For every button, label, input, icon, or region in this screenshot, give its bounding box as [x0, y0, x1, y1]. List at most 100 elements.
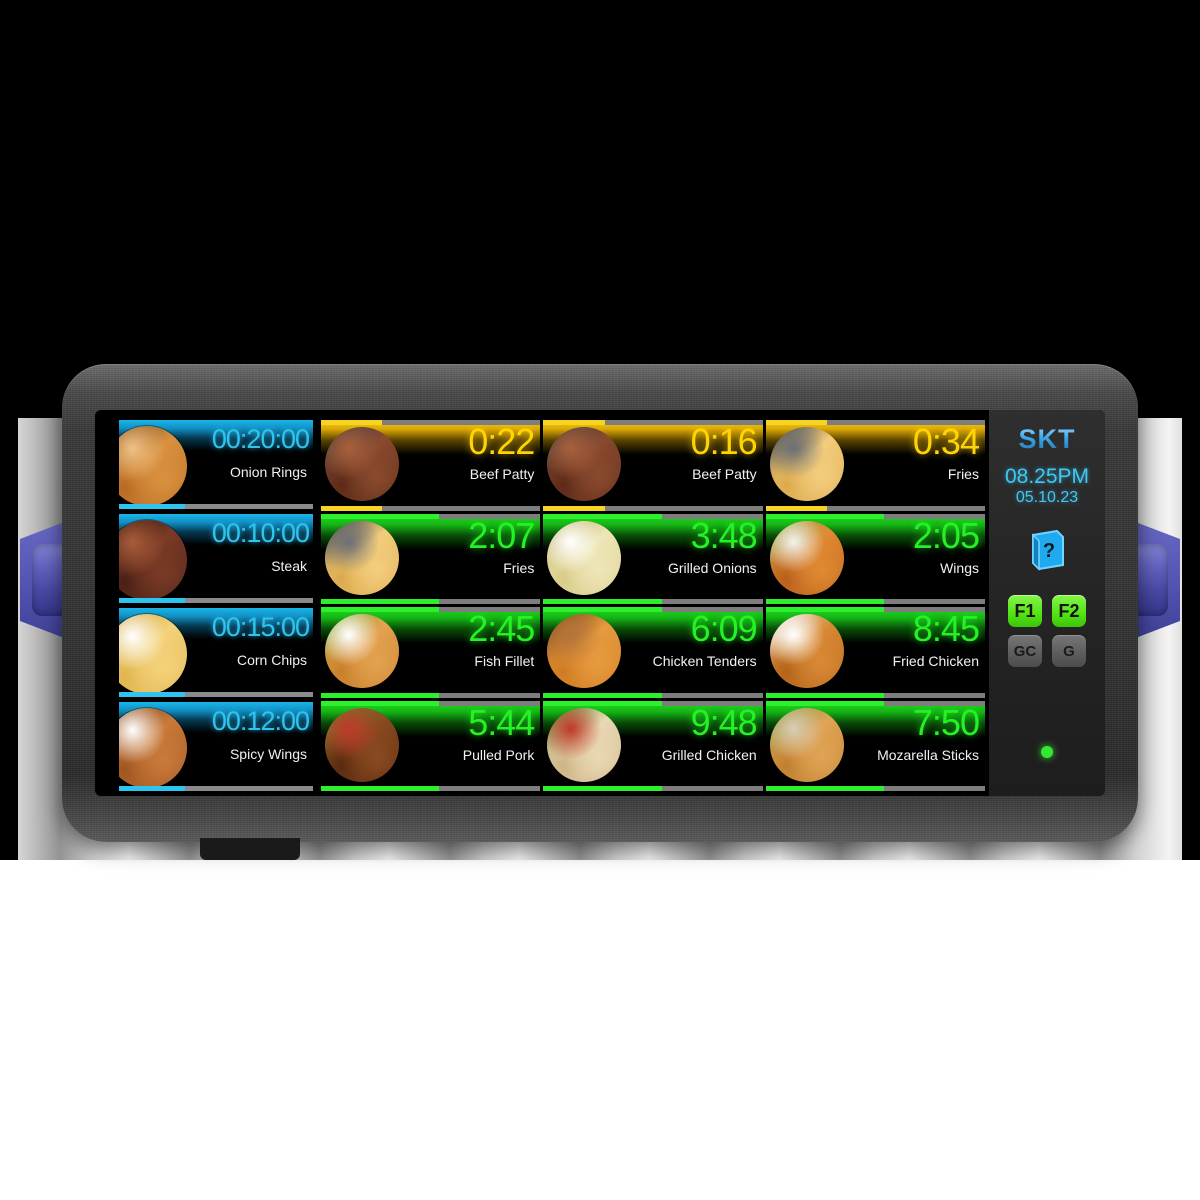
active-timer-cell[interactable]: 0:16 Beef Patty: [543, 420, 763, 511]
cell-top-progress-bar: [543, 420, 763, 425]
preset-progress-fill: [119, 504, 185, 509]
item-name: Chicken Tenders: [652, 653, 757, 669]
cell-bottom-progress-fill: [765, 599, 885, 604]
preset-item-name: Corn Chips: [236, 652, 307, 668]
cell-bottom-progress-bar: [321, 599, 541, 604]
timer-value: 5:44: [468, 701, 535, 743]
fries-photo: [769, 427, 844, 501]
cell-bottom-progress-bar: [543, 505, 763, 511]
clock-date: 05.10.23: [1015, 489, 1079, 506]
food-thumbnail: [325, 614, 399, 688]
cell-bottom-progress-fill: [543, 786, 662, 791]
timer-value: 3:48: [690, 514, 758, 556]
control-sidebar[interactable]: SKT 08.25PM 05.10.23 ? F1 F2 GC G: [987, 410, 1105, 796]
active-timer-cell[interactable]: 6:09 Chicken Tenders: [543, 607, 763, 698]
pulled-pork-photo: [325, 707, 399, 782]
active-timer-cell[interactable]: 2:07 Fries: [321, 513, 541, 604]
active-timer-cell[interactable]: 5:44 Pulled Pork: [321, 700, 541, 791]
food-thumbnail: [325, 520, 399, 595]
preset-timer-cell[interactable]: 00:20:00 Onion Rings: [119, 420, 313, 511]
preset-progress-bar: [119, 692, 313, 697]
function-button-row-1[interactable]: F1 F2: [1008, 595, 1086, 627]
preset-progress-bar: [119, 598, 313, 603]
food-thumbnail: [769, 520, 844, 595]
item-name: Grilled Chicken: [661, 746, 757, 763]
preset-timer-cell[interactable]: 00:15:00 Corn Chips: [119, 608, 313, 699]
active-timer-grid[interactable]: 0:22 Beef Patty 0:16 Beef Patty 0:34 Fries 2:0…: [317, 410, 987, 796]
preset-timer-column[interactable]: 00:20:00 Onion Rings 00:10:00 Steak 00:15:00…: [95, 410, 317, 796]
cell-top-progress-bar: [765, 607, 985, 612]
active-timer-cell[interactable]: 2:45 Fish Fillet: [321, 607, 541, 698]
cell-bottom-progress-bar: [321, 786, 541, 791]
cell-top-progress-bar: [765, 513, 985, 519]
wings-photo: [769, 520, 844, 595]
cell-top-progress-fill: [765, 513, 885, 519]
active-timer-cell[interactable]: 0:34 Fries: [765, 420, 985, 511]
cell-bottom-progress-fill: [765, 786, 885, 791]
preset-timer-value: 00:15:00: [211, 612, 310, 642]
item-name: Fish Fillet: [474, 653, 535, 669]
cell-bottom-progress-fill: [321, 692, 440, 698]
food-thumbnail: [547, 520, 622, 595]
mozarella-sticks-photo: [769, 707, 844, 782]
cell-top-progress-fill: [765, 420, 828, 425]
svg-text:?: ?: [1043, 540, 1055, 562]
active-timer-cell[interactable]: 7:50 Mozarella Sticks: [765, 700, 985, 791]
cell-top-progress-fill: [321, 420, 383, 425]
preset-progress-bar: [119, 504, 313, 509]
preset-progress-fill: [119, 598, 185, 603]
active-timer-cell[interactable]: 2:05 Wings: [765, 513, 985, 604]
timer-value: 2:45: [468, 608, 535, 649]
help-book-icon[interactable]: ?: [1027, 529, 1067, 571]
preset-item-name: Steak: [271, 558, 307, 574]
f2-button[interactable]: F2: [1052, 595, 1086, 627]
f1-button[interactable]: F1: [1008, 595, 1042, 627]
preset-timer-cell[interactable]: 00:10:00 Steak: [119, 514, 313, 605]
device-foot: [200, 838, 300, 860]
food-thumbnail: [325, 707, 399, 782]
timer-value: 0:34: [912, 421, 980, 462]
cell-bottom-progress-bar: [765, 692, 985, 698]
cell-bottom-progress-fill: [543, 599, 662, 604]
g-button[interactable]: G: [1052, 635, 1086, 667]
cell-top-progress-bar: [765, 700, 985, 706]
cell-bottom-progress-fill: [543, 505, 605, 511]
item-name: Fries: [503, 559, 535, 576]
grilled-chicken-photo: [547, 707, 622, 782]
item-name: Fries: [947, 466, 979, 482]
preset-progress-bar: [119, 786, 313, 791]
active-timer-cell[interactable]: 0:22 Beef Patty: [321, 420, 541, 511]
timer-value: 0:16: [690, 421, 758, 462]
cell-bottom-progress-bar: [543, 599, 763, 604]
clock-time: 08.25PM: [1004, 465, 1090, 488]
active-timer-cell[interactable]: 9:48 Grilled Chicken: [543, 700, 763, 791]
cell-bottom-progress-bar: [543, 786, 763, 791]
cell-top-progress-bar: [765, 420, 985, 425]
gc-button[interactable]: GC: [1008, 635, 1042, 667]
food-thumbnail: [547, 614, 622, 688]
food-thumbnail: [769, 614, 844, 688]
cell-top-progress-bar: [543, 607, 763, 612]
preset-timer-cell[interactable]: 00:12:00 Spicy Wings: [119, 702, 313, 793]
preset-item-name: Spicy Wings: [229, 746, 307, 762]
skt-logo: SKT: [1018, 424, 1076, 454]
timer-value: 7:50: [912, 701, 980, 743]
cell-bottom-progress-fill: [321, 786, 440, 791]
cell-top-progress-bar: [321, 607, 541, 612]
power-led: [1041, 746, 1053, 758]
active-timer-cell[interactable]: 3:48 Grilled Onions: [543, 513, 763, 604]
preset-timer-value: 00:12:00: [211, 706, 310, 736]
function-button-row-2[interactable]: GC G: [1008, 635, 1086, 667]
cell-top-progress-bar: [321, 700, 541, 706]
display-screen[interactable]: 00:20:00 Onion Rings 00:10:00 Steak 00:15:00…: [95, 410, 1105, 796]
cell-top-progress-fill: [765, 607, 885, 612]
timer-value: 2:07: [468, 514, 535, 556]
cell-top-progress-fill: [543, 513, 662, 519]
cell-bottom-progress-bar: [765, 599, 985, 604]
item-name: Beef Patty: [469, 466, 535, 482]
cell-bottom-progress-fill: [321, 599, 440, 604]
chicken-tenders-photo: [547, 614, 622, 688]
active-timer-cell[interactable]: 8:45 Fried Chicken: [765, 607, 985, 698]
cell-top-progress-fill: [543, 420, 605, 425]
preset-item-name: Onion Rings: [229, 464, 307, 480]
